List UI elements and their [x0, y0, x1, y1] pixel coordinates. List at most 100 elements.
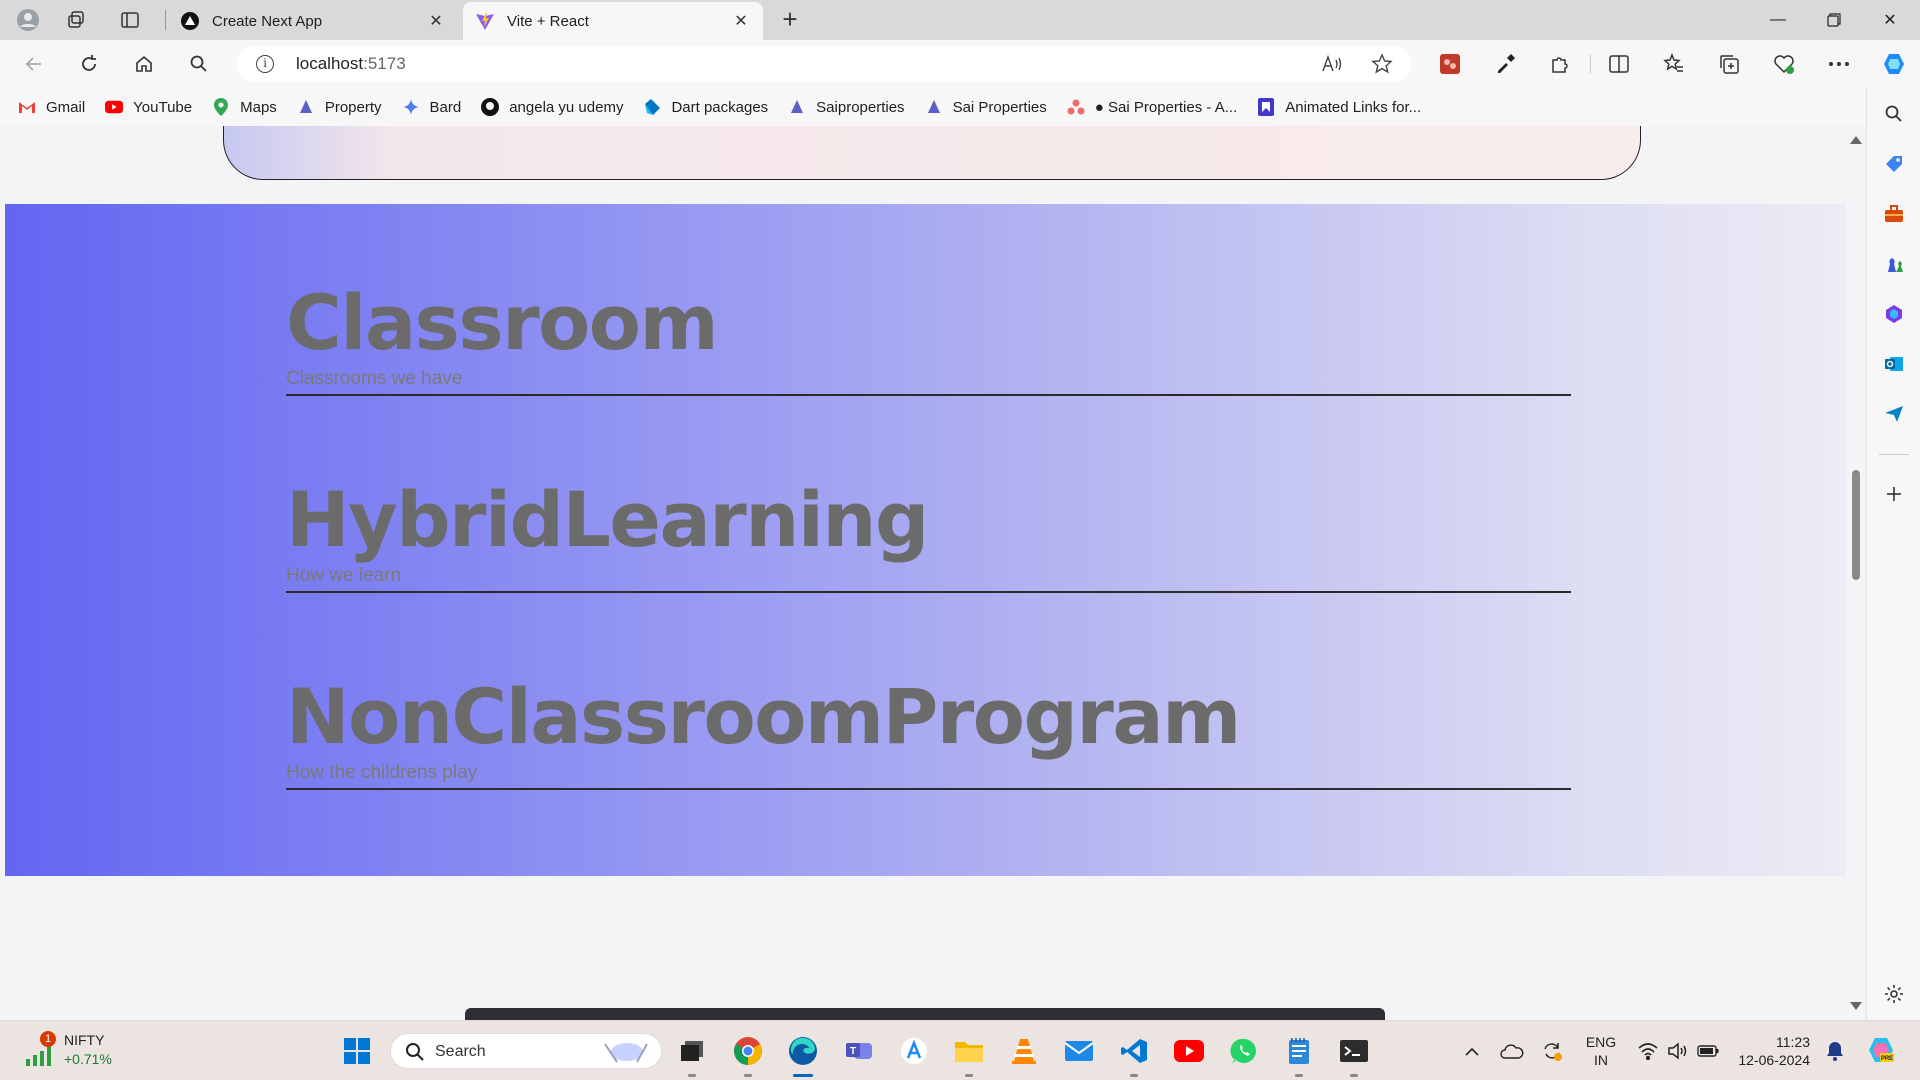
bookmark-property[interactable]: Property [297, 98, 382, 116]
minimize-button[interactable]: — [1750, 0, 1806, 40]
edge-icon[interactable] [787, 1035, 819, 1077]
volume-icon[interactable] [1666, 1039, 1690, 1063]
color-picker-icon[interactable] [1491, 50, 1519, 78]
profile-icon[interactable] [16, 8, 40, 32]
favorites-icon[interactable] [1660, 50, 1688, 78]
bookmark-angela-yu[interactable]: angela yu udemy [481, 98, 623, 116]
restore-button[interactable] [1806, 0, 1862, 40]
file-explorer-icon[interactable] [953, 1035, 985, 1077]
youtube-icon [105, 98, 124, 116]
bookmark-label: angela yu udemy [509, 98, 624, 116]
section-classroom[interactable]: Classroom Classrooms we have [286, 280, 1571, 396]
copilot-preview-icon[interactable]: PRE [1866, 1035, 1896, 1065]
toolbar-divider [1590, 54, 1591, 74]
programs-section: Classroom Classrooms we have HybridLearn… [5, 204, 1846, 876]
taskbar-search[interactable]: Search [390, 1033, 662, 1069]
task-view-icon[interactable] [676, 1035, 708, 1077]
section-title: HybridLearning [286, 475, 929, 564]
battery-icon[interactable] [1696, 1039, 1720, 1063]
address-bar[interactable]: i localhost:5173 [236, 46, 1412, 82]
extension-red-icon[interactable] [1436, 50, 1464, 78]
tab-title: Vite + React [507, 12, 589, 30]
scroll-down-arrow[interactable] [1850, 1002, 1862, 1010]
property-icon [297, 98, 315, 116]
read-aloud-icon[interactable] [1320, 52, 1344, 76]
bookmark-maps[interactable]: Maps [212, 98, 277, 116]
stock-widget[interactable]: 1 NIFTY +0.71% [22, 1029, 132, 1073]
section-non-classroom-program[interactable]: NonClassroomProgram How the childrens pl… [286, 674, 1571, 790]
bookmark-sai-properties[interactable]: Sai Properties [925, 98, 1047, 116]
notification-bell-icon[interactable] [1823, 1039, 1847, 1063]
language-indicator[interactable]: ENG IN [1584, 1033, 1618, 1069]
tab-actions-icon[interactable] [118, 8, 142, 32]
asana-icon [1067, 98, 1085, 116]
back-button[interactable] [20, 50, 48, 78]
bookmark-label: ● Sai Properties - A... [1094, 98, 1238, 116]
url-text[interactable]: localhost:5173 [296, 54, 406, 74]
tab-create-next-app[interactable]: Create Next App ✕ [168, 2, 458, 40]
add-sidebar-app-icon[interactable] [1882, 482, 1906, 506]
home-button[interactable] [130, 50, 158, 78]
youtube-app-icon[interactable] [1173, 1035, 1205, 1067]
browser-essentials-icon[interactable] [1770, 50, 1798, 78]
chrome-icon[interactable] [732, 1035, 764, 1077]
widget-change: +0.71% [64, 1051, 112, 1067]
mail-icon[interactable] [1063, 1035, 1095, 1067]
favorite-star-icon[interactable] [1370, 52, 1394, 76]
split-screen-icon[interactable] [1605, 50, 1633, 78]
wifi-icon[interactable] [1636, 1039, 1660, 1063]
refresh-button[interactable] [75, 50, 103, 78]
site-info-icon[interactable]: i [256, 55, 274, 73]
outlook-icon[interactable] [1882, 352, 1906, 376]
close-window-button[interactable]: ✕ [1862, 0, 1918, 40]
start-button[interactable] [341, 1035, 373, 1067]
bookmark-gmail[interactable]: Gmail [18, 98, 85, 116]
more-menu-icon[interactable] [1825, 50, 1853, 78]
notepad-icon[interactable] [1283, 1035, 1315, 1077]
section-subtitle: How we learn [286, 565, 402, 586]
bookmark-dart-packages[interactable]: Dart packages [643, 98, 768, 116]
bookmark-animated-links[interactable]: Animated Links for... [1257, 98, 1421, 116]
microsoft-365-icon[interactable] [1882, 302, 1906, 326]
search-icon[interactable] [185, 50, 213, 78]
section-hybrid-learning[interactable]: HybridLearning How we learn [286, 477, 1571, 593]
shopping-tag-icon[interactable] [1882, 152, 1906, 176]
workspaces-icon[interactable] [64, 8, 88, 32]
copilot-icon[interactable] [1880, 50, 1908, 78]
close-tab-icon[interactable]: ✕ [426, 11, 446, 31]
whatsapp-icon[interactable] [1228, 1035, 1260, 1067]
show-hidden-icons-icon[interactable] [1460, 1039, 1484, 1063]
games-icon[interactable] [1882, 252, 1906, 276]
bookmark-saiproperties[interactable]: Saiproperties [788, 98, 905, 116]
tab-separator [165, 10, 166, 30]
collections-icon[interactable] [1715, 50, 1743, 78]
onedrive-icon[interactable] [1500, 1039, 1524, 1063]
sidebar-search-icon[interactable] [1882, 102, 1906, 126]
clock-time: 11:23 [1776, 1034, 1810, 1050]
vertical-scrollbar[interactable] [1846, 126, 1866, 1020]
sync-icon[interactable] [1540, 1039, 1564, 1063]
property-icon [925, 98, 943, 116]
scroll-up-arrow[interactable] [1850, 136, 1862, 144]
bookmark-sai-properties-asana[interactable]: ● Sai Properties - A... [1067, 98, 1237, 116]
app-store-icon[interactable] [898, 1035, 930, 1067]
send-icon[interactable] [1882, 402, 1906, 426]
scrollbar-thumb[interactable] [1852, 470, 1860, 580]
vlc-icon[interactable] [1008, 1035, 1040, 1067]
system-clock[interactable]: 11:23 12-06-2024 [1736, 1033, 1810, 1069]
page-viewport: Classroom Classrooms we have HybridLearn… [5, 126, 1846, 1020]
tools-icon[interactable] [1882, 202, 1906, 226]
dart-icon [643, 98, 661, 116]
extensions-icon[interactable] [1546, 50, 1574, 78]
section-title: Classroom [286, 278, 719, 367]
sidebar-settings-icon[interactable] [1882, 982, 1906, 1006]
new-tab-button[interactable]: + [776, 6, 804, 34]
close-tab-icon[interactable]: ✕ [731, 11, 751, 31]
tab-vite-react[interactable]: Vite + React ✕ [463, 2, 763, 40]
bookmark-youtube[interactable]: YouTube [105, 98, 192, 116]
bookmark-bard[interactable]: Bard [402, 98, 461, 116]
sidebar-divider [1879, 454, 1909, 455]
terminal-icon[interactable] [1338, 1035, 1370, 1077]
vscode-icon[interactable] [1118, 1035, 1150, 1077]
teams-icon[interactable]: T [843, 1035, 875, 1067]
